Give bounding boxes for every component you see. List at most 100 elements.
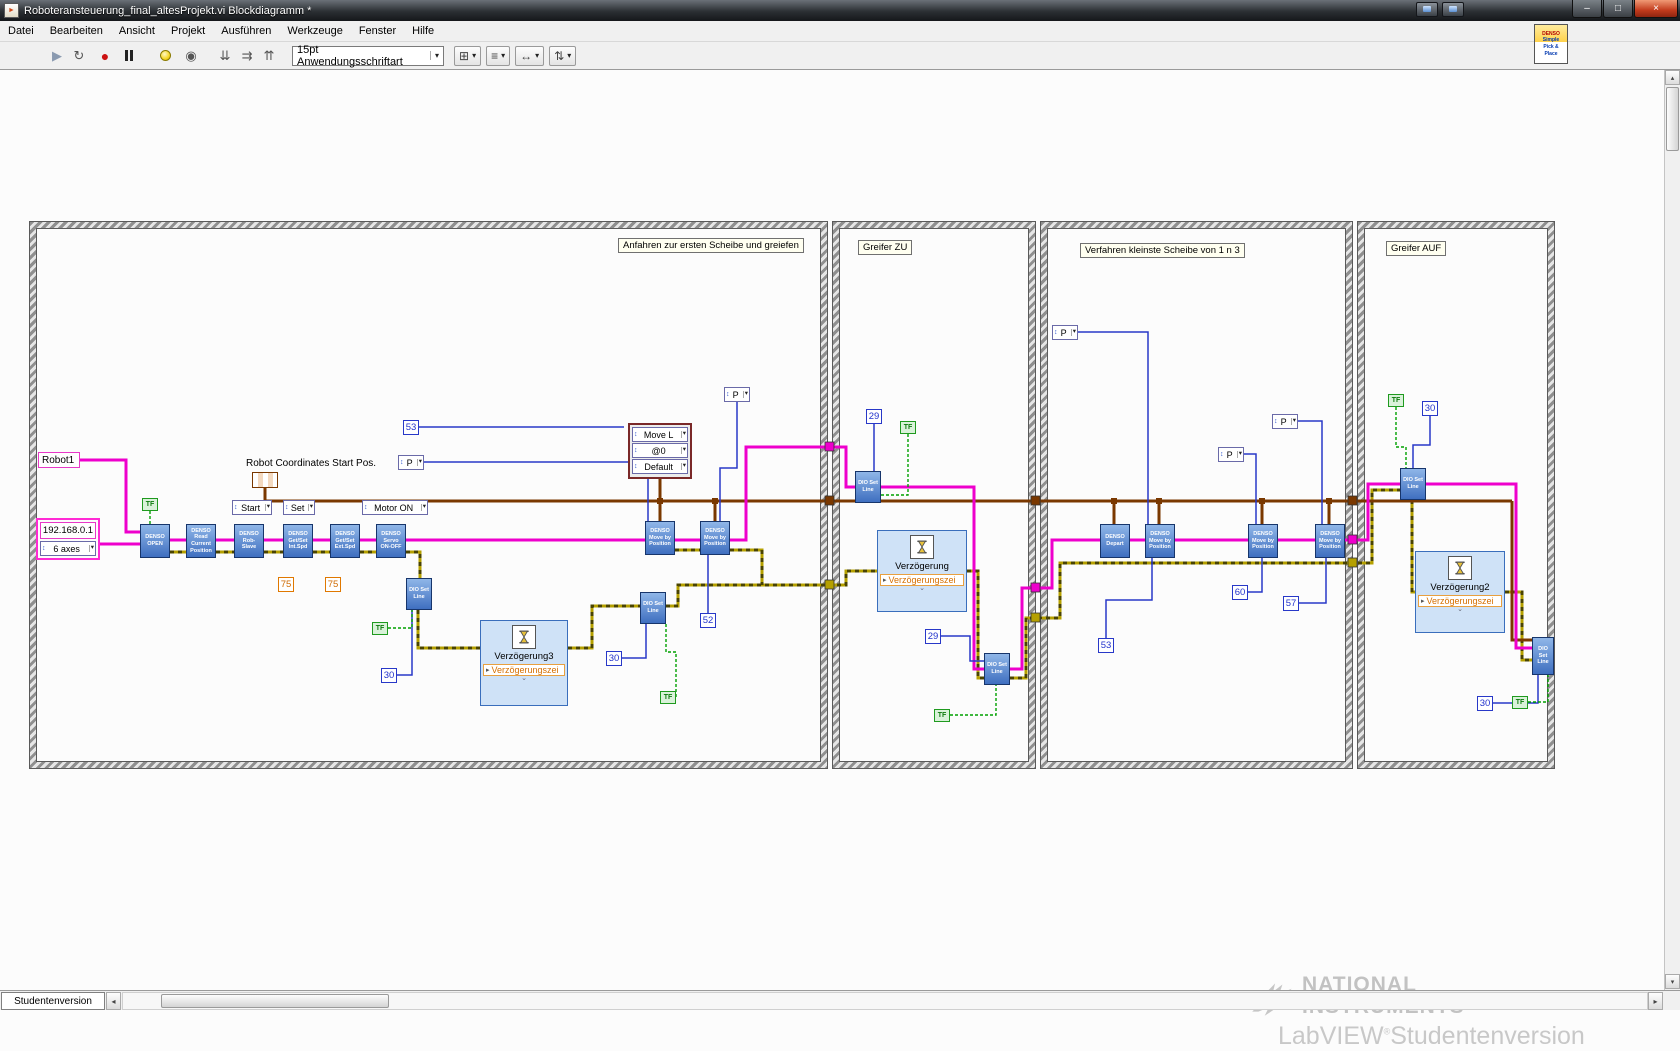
- step-out-button[interactable]: ⇈: [258, 45, 280, 67]
- app-icon[interactable]: ►: [4, 3, 19, 18]
- menu-ausfuehren[interactable]: Ausführen: [213, 21, 279, 42]
- boolean-true-constant[interactable]: TF: [372, 622, 388, 635]
- horizontal-scrollbar[interactable]: [122, 992, 1648, 1010]
- ring-set[interactable]: ↕ Set ▾: [283, 500, 315, 515]
- boolean-true-constant[interactable]: TF: [142, 498, 158, 511]
- numeric-constant-30[interactable]: 30: [381, 668, 397, 683]
- vertical-scroll-thumb[interactable]: [1666, 87, 1679, 151]
- reorder-objects-dropdown[interactable]: ⇅ ▾: [549, 45, 577, 66]
- horizontal-scroll-thumb[interactable]: [161, 994, 389, 1008]
- ring-default[interactable]: ↕ Default ▾: [632, 459, 688, 474]
- ring-p[interactable]: ↕ P ▾: [398, 455, 424, 470]
- dio-set-line-block[interactable]: DIO Set Line: [1532, 637, 1554, 675]
- abort-button[interactable]: ●: [94, 45, 116, 67]
- axes-ring[interactable]: ↕ 6 axes ▾: [40, 541, 96, 556]
- expand-chevron-icon[interactable]: ⌄: [1457, 606, 1463, 613]
- menu-fenster[interactable]: Fenster: [351, 21, 404, 42]
- connection-cluster[interactable]: 192.168.0.1 ↕ 6 axes ▾: [36, 518, 100, 560]
- ip-address-constant[interactable]: 192.168.0.1: [40, 522, 96, 539]
- align-objects-dropdown[interactable]: ⊞ ▾: [454, 45, 482, 66]
- scroll-down-button[interactable]: ▾: [1665, 974, 1680, 989]
- run-button[interactable]: ▶: [46, 45, 68, 67]
- scroll-right-button[interactable]: ▸: [1648, 992, 1663, 1010]
- resize-objects-dropdown[interactable]: ↔ ▾: [515, 45, 545, 66]
- hourglass-icon: [1455, 561, 1465, 575]
- minimize-button[interactable]: –: [1572, 0, 1602, 18]
- maximize-button[interactable]: □: [1603, 0, 1633, 18]
- denso-rob-slave-block[interactable]: DENSO Rob-Slave: [234, 524, 264, 558]
- denso-move-by-position-block[interactable]: DENSO Move by Position: [645, 521, 675, 555]
- vi-icon-badge[interactable]: DENSO Simple Pick & Place: [1534, 24, 1568, 64]
- numeric-constant-30[interactable]: 30: [1477, 696, 1493, 711]
- expand-chevron-icon[interactable]: ⌄: [919, 585, 925, 592]
- dio-set-line-block[interactable]: DIO Set Line: [984, 653, 1010, 685]
- delay-subvi-1[interactable]: Verzögerung ▸ Verzögerungszei ⌄: [877, 530, 967, 612]
- numeric-constant-60[interactable]: 60: [1232, 585, 1248, 600]
- menu-hilfe[interactable]: Hilfe: [404, 21, 442, 42]
- denso-move-by-position-block[interactable]: DENSO Move by Position: [700, 521, 730, 555]
- coordinate-array-constant[interactable]: [252, 472, 278, 488]
- numeric-constant-29[interactable]: 29: [866, 409, 882, 424]
- retain-wire-values-button[interactable]: ◉: [180, 45, 202, 67]
- expand-chevron-icon[interactable]: ⌄: [521, 675, 527, 682]
- distribute-objects-dropdown[interactable]: ≡ ▾: [486, 45, 511, 66]
- numeric-constant-30[interactable]: 30: [1422, 401, 1438, 416]
- denso-move-by-position-block[interactable]: DENSO Move by Position: [1248, 524, 1278, 558]
- numeric-constant-57[interactable]: 57: [1283, 596, 1299, 611]
- ring-start[interactable]: ↕ Start ▾: [232, 500, 272, 515]
- denso-int-speed-block[interactable]: DENSO Get/Set Int.Spd: [283, 524, 313, 558]
- vertical-scrollbar[interactable]: ▴ ▾: [1664, 70, 1680, 990]
- frame-1-label: Anfahren zur ersten Scheibe und greiefen: [618, 238, 804, 253]
- menu-werkzeuge[interactable]: Werkzeuge: [279, 21, 350, 42]
- boolean-true-constant[interactable]: TF: [1388, 394, 1404, 407]
- numeric-constant-52[interactable]: 52: [700, 613, 716, 628]
- tab-scroll-left-button[interactable]: ◂: [106, 992, 121, 1010]
- menu-ansicht[interactable]: Ansicht: [111, 21, 163, 42]
- numeric-constant-75[interactable]: 75: [325, 577, 341, 592]
- boolean-true-constant[interactable]: TF: [660, 691, 676, 704]
- ring-p[interactable]: ↕ P ▾: [1052, 325, 1078, 340]
- dio-set-line-block[interactable]: DIO Set Line: [406, 578, 432, 610]
- run-continuous-button[interactable]: ↻: [68, 45, 90, 67]
- window-extra-button-2[interactable]: [1442, 2, 1464, 17]
- font-settings-dropdown[interactable]: 15pt Anwendungsschriftart ▾: [292, 44, 444, 68]
- denso-depart-block[interactable]: DENSO Depart: [1100, 524, 1130, 558]
- delay-subvi-3[interactable]: Verzögerung3 ▸ Verzögerungszei ⌄: [480, 620, 568, 706]
- ring-motor-on[interactable]: ↕ Motor ON ▾: [362, 500, 428, 515]
- ring-p[interactable]: ↕ P ▾: [1272, 414, 1298, 429]
- pause-button[interactable]: [118, 45, 140, 67]
- ring-move-l[interactable]: ↕ Move L ▾: [632, 427, 688, 442]
- move-config-cluster[interactable]: ↕ Move L ▾ ↕ @0 ▾ ↕ Default ▾: [628, 423, 692, 479]
- numeric-constant-29[interactable]: 29: [925, 629, 941, 644]
- menu-datei[interactable]: Datei: [0, 21, 42, 42]
- dio-set-line-block[interactable]: DIO Set Line: [1400, 468, 1426, 500]
- delay-subvi-2[interactable]: Verzögerung2 ▸ Verzögerungszei ⌄: [1415, 551, 1505, 633]
- boolean-true-constant[interactable]: TF: [1512, 696, 1528, 709]
- highlight-execution-button[interactable]: [154, 45, 176, 67]
- numeric-constant-53[interactable]: 53: [403, 420, 419, 435]
- window-extra-button-1[interactable]: [1416, 2, 1438, 17]
- numeric-constant-53[interactable]: 53: [1098, 638, 1114, 653]
- dio-set-line-block[interactable]: DIO Set Line: [640, 592, 666, 624]
- step-into-button[interactable]: ⇊: [214, 45, 236, 67]
- dio-set-line-block[interactable]: DIO Set Line: [855, 471, 881, 503]
- boolean-true-constant[interactable]: TF: [900, 421, 916, 434]
- ring-at0[interactable]: ↕ @0 ▾: [632, 443, 688, 458]
- ring-p[interactable]: ↕ P ▾: [724, 387, 750, 402]
- denso-read-position-block[interactable]: DENSO Read Current Position: [186, 524, 216, 558]
- scroll-up-button[interactable]: ▴: [1665, 70, 1680, 85]
- denso-move-by-position-block[interactable]: DENSO Move by Position: [1315, 524, 1345, 558]
- menu-bearbeiten[interactable]: Bearbeiten: [42, 21, 111, 42]
- ring-p[interactable]: ↕ P ▾: [1218, 447, 1244, 462]
- step-over-button[interactable]: ⇉: [236, 45, 258, 67]
- denso-move-by-position-block[interactable]: DENSO Move by Position: [1145, 524, 1175, 558]
- boolean-true-constant[interactable]: TF: [934, 709, 950, 722]
- denso-open-block[interactable]: DENSO OPEN: [140, 524, 170, 558]
- denso-ext-speed-block[interactable]: DENSO Get/Set Ext.Spd: [330, 524, 360, 558]
- numeric-constant-75[interactable]: 75: [278, 577, 294, 592]
- close-button[interactable]: ×: [1634, 0, 1678, 18]
- menu-projekt[interactable]: Projekt: [163, 21, 213, 42]
- denso-servo-block[interactable]: DENSO Servo ON-OFF: [376, 524, 406, 558]
- numeric-constant-30[interactable]: 30: [606, 651, 622, 666]
- string-constant-robot-name[interactable]: Robot1: [38, 452, 80, 468]
